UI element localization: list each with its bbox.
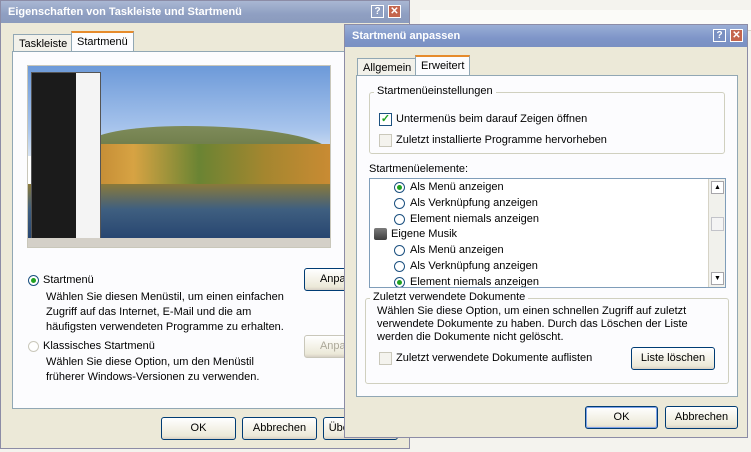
customize-startmenu-window: Startmenü anpassen ? ✕ Allgemein Erweite… xyxy=(344,24,748,438)
startmenu-thumbnail xyxy=(31,72,101,240)
list-item-label: Element niemals anzeigen xyxy=(410,275,540,288)
cancel-button[interactable]: Abbrechen xyxy=(665,406,738,429)
startmenu-preview xyxy=(27,65,331,248)
list-item[interactable]: Als Verknüpfung anzeigen xyxy=(370,196,708,211)
ok-button[interactable]: OK xyxy=(585,406,658,429)
list-recent-label: Zuletzt verwendete Dokumente auflisten xyxy=(396,352,593,364)
help-button[interactable]: ? xyxy=(713,29,726,42)
list-category-item[interactable]: Eigene Musik xyxy=(370,227,708,242)
list-item-label: Eigene Musik xyxy=(391,228,458,241)
close-icon[interactable]: ✕ xyxy=(388,5,401,18)
recent-documents-description: Wählen Sie diese Option, um einen schnel… xyxy=(377,305,688,343)
startmenu-elements-list[interactable]: Als Menü anzeigen Als Verknüpfung anzeige… xyxy=(369,178,726,288)
ok-button[interactable]: OK xyxy=(161,417,236,440)
cancel-button[interactable]: Abbrechen xyxy=(242,417,317,440)
wallpaper-trees xyxy=(68,144,330,184)
clear-list-button[interactable]: Liste löschen xyxy=(631,347,715,370)
list-item-radio[interactable] xyxy=(394,261,405,272)
advanced-panel: Startmenüeinstellungen ✓ Untermenüs beim… xyxy=(356,75,738,397)
tab-taskleiste[interactable]: Taskleiste xyxy=(13,34,74,52)
list-item[interactable]: Als Menü anzeigen xyxy=(370,243,708,258)
list-item-radio[interactable] xyxy=(394,213,405,225)
list-item[interactable]: Als Menü anzeigen xyxy=(370,180,708,195)
startmenu-settings-label: Startmenüeinstellungen xyxy=(374,85,496,97)
startmenu-label: Startmenü xyxy=(43,274,94,286)
customize-startmenu-titlebar[interactable]: Startmenü anpassen ? ✕ xyxy=(345,25,747,47)
scroll-thumb[interactable] xyxy=(711,217,724,231)
list-item-label: Als Menü anzeigen xyxy=(410,181,504,193)
scroll-down-icon[interactable]: ▼ xyxy=(711,272,724,285)
list-item-label: Als Verknüpfung anzeigen xyxy=(410,260,538,272)
tab-erweitert[interactable]: Erweitert xyxy=(415,55,471,76)
list-item-radio[interactable] xyxy=(394,197,405,209)
dialog-title: Startmenü anpassen xyxy=(352,30,461,42)
scroll-up-icon[interactable]: ▲ xyxy=(711,181,724,194)
list-item-radio[interactable] xyxy=(394,182,405,193)
list-item-radio[interactable] xyxy=(394,276,405,287)
close-icon[interactable]: ✕ xyxy=(730,29,743,42)
help-button[interactable]: ? xyxy=(371,5,384,18)
taskbar-thumbnail xyxy=(28,238,330,247)
startmenu-elements-label: Startmenüelemente: xyxy=(369,163,469,175)
highlight-programs-label: Zuletzt installierte Programme hervorheb… xyxy=(396,134,607,146)
list-item-label: Als Menü anzeigen xyxy=(410,244,504,257)
music-folder-icon xyxy=(374,228,387,241)
tab-startmenue[interactable]: Startmenü xyxy=(71,31,134,52)
submenus-label: Untermenüs beim darauf Zeigen öffnen xyxy=(396,113,588,125)
submenus-checkbox[interactable]: ✓ xyxy=(379,113,392,126)
startmenu-radio[interactable] xyxy=(28,275,39,286)
window-title: Eigenschaften von Taskleiste und Startme… xyxy=(8,6,242,18)
classic-startmenu-radio[interactable] xyxy=(28,341,39,352)
list-item[interactable]: Element niemals anzeigen xyxy=(370,275,708,288)
classic-startmenu-label: Klassisches Startmenü xyxy=(43,340,155,352)
list-item[interactable]: Element niemals anzeigen xyxy=(370,212,708,227)
list-recent-checkbox[interactable] xyxy=(379,352,392,365)
startmenu-description: Wählen Sie diesen Menüstil, um einen ein… xyxy=(46,291,284,333)
highlight-programs-checkbox[interactable] xyxy=(379,134,392,147)
tab-panel: Startmenü Wählen Sie diesen Menüstil, um… xyxy=(12,51,400,409)
taskbar-properties-titlebar[interactable]: Eigenschaften von Taskleiste und Startme… xyxy=(1,1,409,23)
tab-allgemein[interactable]: Allgemein xyxy=(357,58,418,76)
list-scrollbar[interactable]: ▲ ▼ xyxy=(708,179,725,287)
classic-startmenu-description: Wählen Sie diese Option, um den Menüstil… xyxy=(46,356,260,383)
recent-documents-label: Zuletzt verwendete Dokumente xyxy=(370,291,529,303)
list-item[interactable]: Als Verknüpfung anzeigen xyxy=(370,259,708,274)
list-item-label: Als Verknüpfung anzeigen xyxy=(410,196,538,209)
list-item-label: Element niemals anzeigen xyxy=(410,212,540,225)
list-item-radio[interactable] xyxy=(394,245,405,257)
